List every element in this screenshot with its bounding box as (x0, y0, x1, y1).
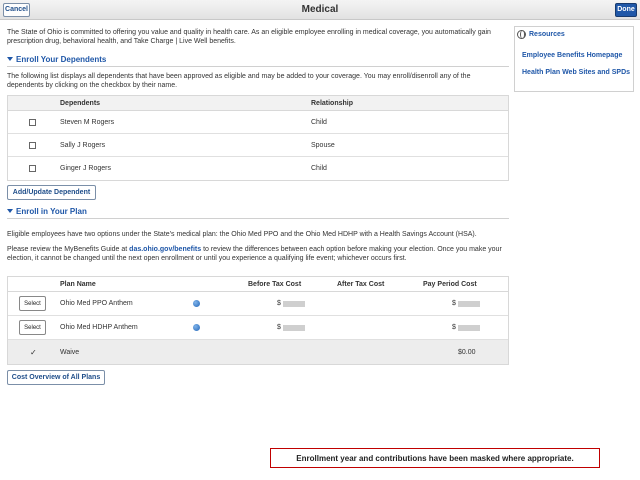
before-tax-cost: $ (277, 300, 281, 307)
plan-paragraph-1: Eligible employees have two options unde… (7, 231, 477, 238)
masked-value (282, 300, 305, 307)
plan-name: Ohio Med PPO Anthem (60, 300, 133, 307)
select-plan-button[interactable]: Select (19, 296, 46, 311)
resources-panel: Resources Employee Benefits Homepage Hea… (514, 26, 634, 92)
dependent-checkbox[interactable] (29, 165, 36, 172)
col-dependents: Dependents (60, 99, 101, 107)
intro-text: The State of Ohio is committed to offeri… (7, 29, 491, 45)
table-row: Select Ohio Med HDHP Anthem $ $ (8, 316, 508, 340)
add-update-dependent-button[interactable]: Add/Update Dependent (7, 185, 96, 200)
health-plan-link[interactable]: Health Plan Web Sites and SPDs (522, 69, 630, 76)
dependent-name: Sally J Rogers (60, 141, 106, 149)
col-relationship: Relationship (311, 99, 354, 107)
employee-benefits-link[interactable]: Employee Benefits Homepage (522, 52, 622, 59)
dependents-description: The following list displays all dependen… (7, 73, 471, 89)
info-icon[interactable] (193, 324, 200, 331)
check-icon: ✓ (30, 347, 37, 357)
dependent-checkbox[interactable] (29, 141, 36, 149)
col-before-tax: Before Tax Cost (248, 280, 302, 288)
col-pay-period: Pay Period Cost (423, 280, 477, 288)
dependent-name: Ginger J Rogers (60, 165, 111, 172)
masking-notice: Enrollment year and contributions have b… (270, 448, 600, 468)
table-header: Dependents Relationship (8, 96, 508, 111)
plan-paragraph-2-text: Please review the MyBenefits Guide at (7, 246, 130, 253)
cost-overview-button[interactable]: Cost Overview of All Plans (7, 370, 105, 385)
benefits-guide-link[interactable]: das.ohio.gov/benefits (129, 246, 201, 253)
dependent-checkbox[interactable] (29, 118, 36, 126)
dependents-table: Dependents Relationship Steven M Rogers … (7, 95, 509, 181)
dependent-relationship: Spouse (311, 141, 335, 149)
masked-value (457, 324, 480, 331)
table-header: Plan Name Before Tax Cost After Tax Cost… (8, 277, 508, 292)
resources-header: Resources (515, 27, 633, 41)
masked-value (457, 300, 480, 307)
page-header: Cancel Medical Done (0, 0, 640, 20)
dependent-relationship: Child (311, 165, 327, 172)
table-row: Sally J Rogers Spouse (8, 134, 508, 157)
section-enroll-plan[interactable]: Enroll in Your Plan (7, 207, 509, 219)
dependent-name: Steven M Rogers (60, 118, 115, 126)
table-row: Steven M Rogers Child (8, 111, 508, 134)
section-enroll-dependents[interactable]: Enroll Your Dependents (7, 55, 509, 67)
pay-period-cost: $ (452, 300, 456, 307)
col-after-tax: After Tax Cost (337, 280, 385, 288)
pay-period-cost: $ (452, 324, 456, 331)
page-title: Medical (301, 4, 339, 15)
dependent-relationship: Child (311, 118, 327, 126)
resources-heading: Resources (529, 30, 565, 38)
info-icon[interactable] (193, 300, 200, 307)
table-row: Ginger J Rogers Child (8, 157, 508, 180)
pay-period-cost: $0.00 (458, 348, 476, 356)
done-button[interactable]: Done (615, 3, 637, 17)
plan-paragraph-2: Please review the MyBenefits Guide at da… (7, 245, 507, 263)
select-plan-button[interactable]: Select (19, 320, 46, 335)
masked-value (282, 324, 305, 331)
before-tax-cost: $ (277, 324, 281, 331)
section-heading: Enroll in Your Plan (16, 207, 87, 216)
table-row: ✓ Waive $0.00 (8, 340, 508, 364)
caret-down-icon (7, 209, 13, 213)
globe-icon (517, 29, 526, 39)
section-heading: Enroll Your Dependents (16, 55, 107, 64)
table-row: Select Ohio Med PPO Anthem $ $ (8, 292, 508, 316)
plan-table: Plan Name Before Tax Cost After Tax Cost… (7, 276, 509, 365)
plan-name: Ohio Med HDHP Anthem (60, 324, 138, 331)
plan-name: Waive (60, 348, 80, 356)
caret-down-icon (7, 57, 13, 61)
col-plan-name: Plan Name (60, 280, 96, 288)
